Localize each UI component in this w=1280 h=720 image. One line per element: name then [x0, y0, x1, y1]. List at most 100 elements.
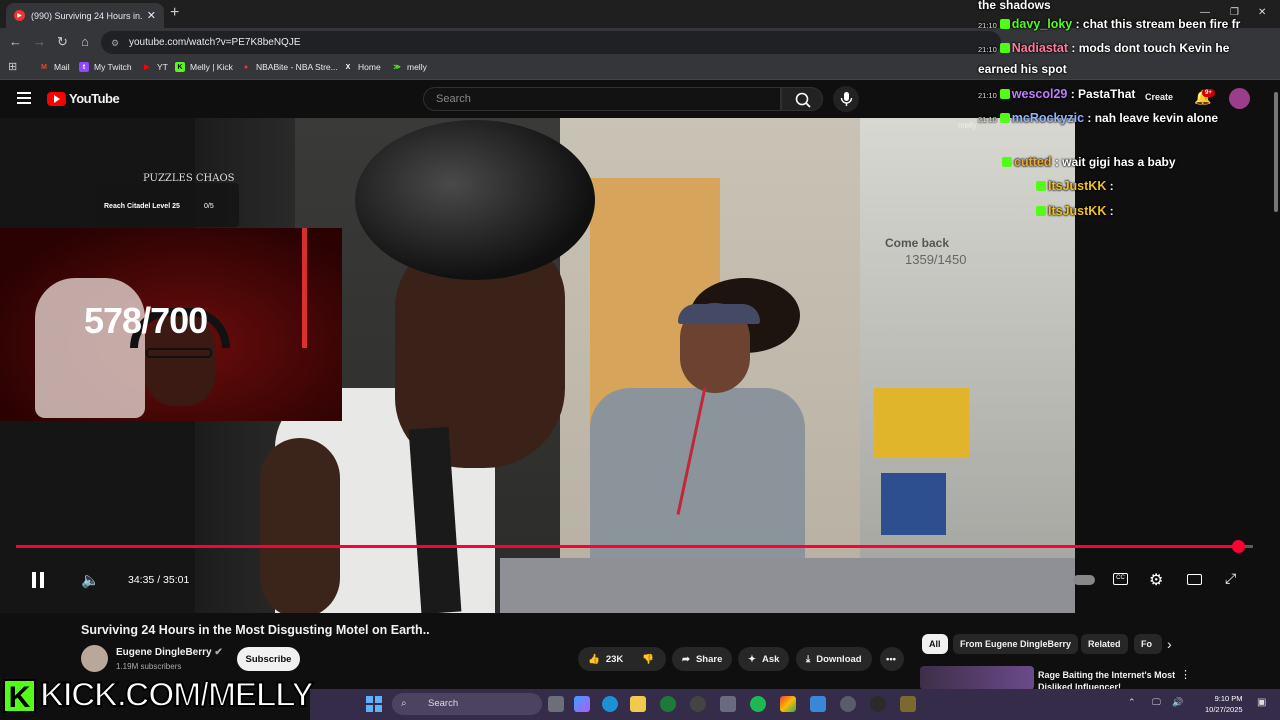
mini-chat-name: melly: [958, 121, 977, 130]
chip-from-channel[interactable]: From Eugene DingleBerry: [953, 634, 1079, 654]
theater-mode-icon[interactable]: [1187, 574, 1202, 585]
bookmark-mail[interactable]: M Mail: [39, 62, 70, 72]
more-actions-button[interactable]: •••: [880, 647, 904, 671]
chat-username[interactable]: ItsJustKK: [1048, 204, 1106, 218]
windows-taskbar: Search ⌕ ⌃ 🖵 🔊 9:10 PM 10/27/2025 ▣: [310, 689, 1280, 720]
fullscreen-icon[interactable]: ⤢: [1225, 570, 1236, 587]
reco-title[interactable]: Rage Baiting the Internet's Most Dislike…: [1038, 669, 1178, 689]
page-scrollbar[interactable]: [1272, 82, 1280, 682]
captions-icon[interactable]: CC: [1113, 573, 1128, 585]
reco-more-icon[interactable]: ⋮: [1180, 668, 1191, 681]
obs-icon[interactable]: [870, 696, 886, 712]
download-button[interactable]: ⤓ Download: [796, 647, 872, 671]
steam-icon[interactable]: [690, 696, 706, 712]
file-explorer-icon[interactable]: [630, 696, 646, 712]
chat-username[interactable]: ItsJustKK: [1048, 179, 1106, 193]
chevron-right-icon[interactable]: ›: [1167, 636, 1172, 652]
tab-title: (990) Surviving 24 Hours in...: [31, 10, 143, 21]
chat-badge-icon: [1036, 181, 1046, 191]
tray-chevron-icon[interactable]: ⌃: [1128, 697, 1136, 708]
bookmark-nbabite[interactable]: ● NBABite - NBA Stre...: [241, 62, 338, 72]
task-view-icon[interactable]: [548, 696, 564, 712]
bookmark-yt[interactable]: ▶ YT: [142, 62, 168, 72]
volume-icon[interactable]: 🔈: [81, 571, 100, 589]
address-bar[interactable]: ⚙ youtube.com/watch?v=PE7K8beNQJE: [101, 31, 1001, 54]
chat-username[interactable]: Nadiastat: [1012, 41, 1068, 55]
chip-all[interactable]: All: [922, 634, 948, 654]
scene-payment-sign: [874, 388, 969, 458]
thumbs-up-icon: 👍: [588, 653, 600, 665]
apps-grid-icon[interactable]: ⊞: [8, 60, 17, 73]
share-icon: ➦: [682, 653, 690, 665]
menu-icon[interactable]: [17, 92, 31, 104]
reco-thumbnail[interactable]: [920, 666, 1034, 690]
channel-avatar[interactable]: [81, 645, 108, 672]
site-info-icon[interactable]: ⚙: [111, 38, 121, 48]
scene-visor: [678, 304, 760, 324]
bookmark-home[interactable]: X Home: [343, 62, 381, 72]
share-button[interactable]: ➦ Share: [672, 647, 733, 671]
chat-username[interactable]: cutted: [1014, 155, 1052, 169]
close-tab-icon[interactable]: ✕: [147, 9, 156, 22]
chrome-icon[interactable]: [780, 696, 796, 712]
settings-icon[interactable]: ⚙: [1149, 570, 1163, 590]
taskbar-clock[interactable]: 9:10 PM 10/27/2025: [1205, 693, 1243, 715]
chat-username[interactable]: wescol29: [1012, 87, 1068, 101]
search-input[interactable]: Search: [423, 87, 781, 111]
xbox-icon[interactable]: [660, 696, 676, 712]
like-button[interactable]: 👍 23K: [578, 647, 632, 671]
time-display: 34:35 / 35:01: [128, 574, 190, 586]
youtube-logo[interactable]: YouTube: [47, 91, 120, 106]
chat-username[interactable]: davy_loky: [1012, 17, 1072, 31]
browser-tab[interactable]: ▶ (990) Surviving 24 Hours in... ✕: [6, 3, 164, 28]
media-player-icon[interactable]: [840, 696, 856, 712]
close-window-icon[interactable]: ✕: [1258, 7, 1266, 18]
chat-badge-icon: [999, 19, 1010, 29]
notification-center-icon[interactable]: ▣: [1257, 697, 1266, 708]
bookmark-melly-kick[interactable]: K Melly | Kick: [175, 62, 233, 72]
twitch-icon: t: [79, 62, 89, 72]
chat-text: the shadows: [978, 0, 1051, 12]
voice-search-button[interactable]: [833, 86, 859, 112]
spotify-icon[interactable]: [750, 696, 766, 712]
chip-more[interactable]: Fo: [1134, 634, 1162, 654]
search-button[interactable]: [781, 87, 823, 111]
pause-button[interactable]: [32, 572, 48, 593]
edge-icon[interactable]: [602, 696, 618, 712]
search-icon: [795, 92, 811, 108]
chat-timestamp: 21:10: [978, 91, 997, 100]
chat-text: : nah leave kevin alone: [1084, 111, 1219, 125]
network-icon[interactable]: 🖵: [1152, 697, 1161, 708]
app-icon[interactable]: [900, 696, 916, 712]
back-icon[interactable]: ←: [9, 34, 22, 49]
forward-icon[interactable]: →: [33, 34, 46, 49]
bookmark-melly[interactable]: ≫ melly: [392, 62, 427, 72]
dislike-button[interactable]: 👎: [632, 647, 666, 671]
scene-window-sill: [500, 558, 1075, 613]
kick-logo-icon: K: [3, 679, 36, 714]
subscriber-count: 1.19M subscribers: [116, 662, 182, 671]
home-icon[interactable]: ⌂: [81, 34, 89, 49]
volume-tray-icon[interactable]: 🔊: [1172, 697, 1183, 708]
subscribe-button[interactable]: Subscribe: [237, 647, 300, 671]
taskbar-search[interactable]: Search: [392, 693, 542, 715]
reload-icon[interactable]: ↻: [57, 34, 68, 50]
chat-username[interactable]: mcRockyzic: [1012, 111, 1084, 125]
chip-related[interactable]: Related: [1081, 634, 1128, 654]
scrubber-handle[interactable]: [1232, 540, 1246, 553]
progress-bar[interactable]: [16, 540, 1253, 553]
new-tab-icon[interactable]: +: [170, 4, 179, 22]
chat-text: : chat this stream been fire fr: [1072, 17, 1241, 31]
more-icon: •••: [886, 653, 896, 665]
autoplay-toggle[interactable]: [1073, 575, 1095, 585]
windows-start-icon[interactable]: [366, 696, 382, 712]
channel-name[interactable]: Eugene DingleBerry ✔: [116, 647, 223, 658]
ask-button[interactable]: ✦ Ask: [738, 647, 790, 671]
create-button[interactable]: Create: [1145, 92, 1173, 102]
store-icon[interactable]: [720, 696, 736, 712]
bookmark-my-twitch[interactable]: t My Twitch: [79, 62, 132, 72]
avatar[interactable]: [1229, 88, 1250, 109]
photos-icon[interactable]: [810, 696, 826, 712]
copilot-icon[interactable]: [574, 696, 590, 712]
youtube-favicon-icon: ▶: [14, 10, 25, 21]
